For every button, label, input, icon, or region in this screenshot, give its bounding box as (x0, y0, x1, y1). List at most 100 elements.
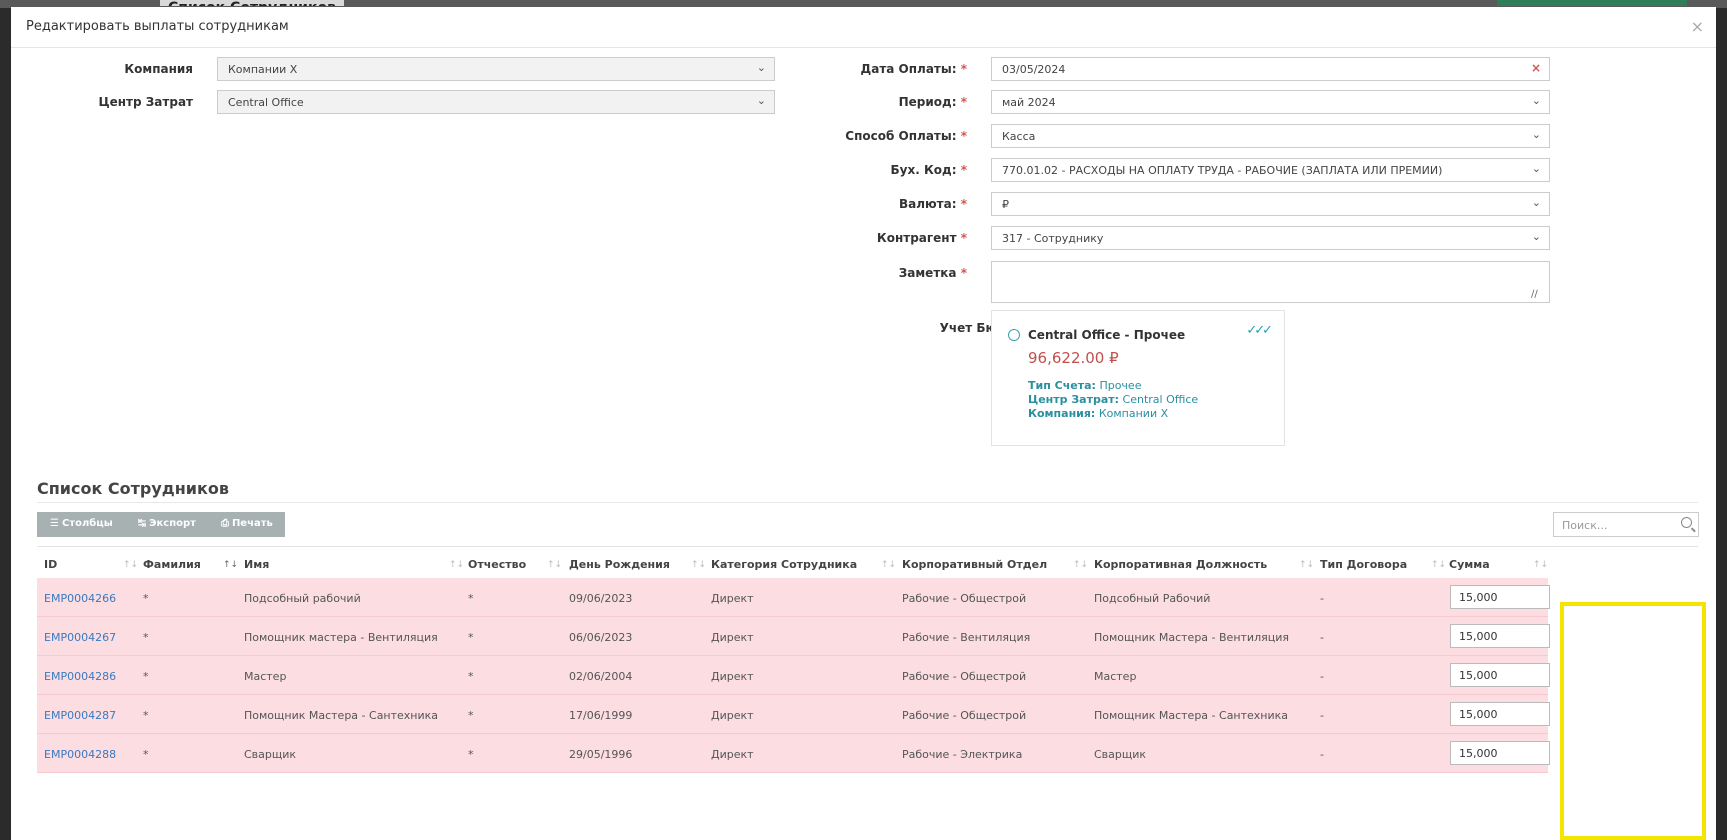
company-select[interactable]: Компании X ⌄ (217, 57, 775, 81)
first-name-cell: Помощник Мастера - Сантехника (244, 709, 439, 722)
department-cell: Рабочие - Общестрой (902, 592, 1027, 605)
budget-radio[interactable] (1008, 329, 1020, 341)
columns-button[interactable]: ☰ Столбцы (37, 512, 125, 537)
birthday-cell: 17/06/1999 (569, 709, 633, 722)
middle-name-cell: * (468, 709, 474, 722)
close-icon[interactable]: × (1691, 17, 1704, 36)
employees-title: Список Сотрудников (37, 479, 229, 498)
birthday-cell: 29/05/1996 (569, 748, 633, 761)
resize-icon[interactable]: ∕∕ (1531, 289, 1714, 302)
birthday-cell: 09/06/2023 (569, 592, 633, 605)
budget-name: Central Office - Прочее (1028, 328, 1186, 342)
employee-id-link[interactable]: EMP0004267 (44, 631, 116, 644)
columns-icon: ☰ (50, 518, 59, 529)
amount-input[interactable]: 15,000 (1450, 624, 1550, 648)
sort-icon[interactable]: ↑↓ (123, 560, 138, 570)
department-cell: Рабочие - Общестрой (902, 709, 1027, 722)
table-row: EMP0004287 * Помощник Мастера - Сантехни… (37, 695, 1550, 734)
payment-date-input[interactable]: 03/05/2024 × (991, 57, 1550, 81)
department-cell: Рабочие - Электрика (902, 748, 1023, 761)
last-name-cell: * (143, 748, 149, 761)
sort-icon[interactable]: ↑↓ (1533, 560, 1548, 570)
account-code-row: Бух. Код: * 770.01.02 - РАСХОДЫ НА ОПЛАТ… (811, 158, 1716, 182)
last-name-cell: * (143, 670, 149, 683)
amount-input[interactable]: 15,000 (1450, 702, 1550, 726)
sort-icon[interactable]: ↑↓ (1299, 560, 1314, 570)
col-contract[interactable]: Тип Договора (1320, 558, 1407, 571)
sort-icon[interactable]: ↑↓ (1431, 560, 1446, 570)
note-label: Заметка * (898, 266, 967, 280)
position-cell: Помощник Мастера - Вентиляция (1094, 631, 1289, 644)
budget-row: Учет Бюджета (811, 316, 1042, 340)
middle-name-cell: * (468, 748, 474, 761)
sort-icon[interactable]: ↑↓ (1073, 560, 1088, 570)
contract-cell: - (1320, 748, 1324, 761)
cost-center-row: Центр Затрат Central Office ⌄ (11, 90, 811, 114)
employee-id-link[interactable]: EMP0004288 (44, 748, 116, 761)
amount-input[interactable]: 15,000 (1450, 663, 1550, 687)
search-input[interactable]: Поиск... (1553, 512, 1699, 537)
payment-date-value: 03/05/2024 (1002, 63, 1066, 76)
period-select[interactable]: май 2024 ⌄ (991, 90, 1550, 114)
middle-name-cell: * (468, 592, 474, 605)
modal-header: Редактировать выплаты сотрудникам × (11, 7, 1716, 48)
payment-method-label: Способ Оплаты: * (845, 129, 967, 143)
middle-name-cell: * (468, 670, 474, 683)
cost-center-label: Центр Затрат (98, 95, 193, 109)
col-amount[interactable]: Сумма (1449, 558, 1490, 571)
search-icon[interactable] (1681, 517, 1692, 528)
section-divider (37, 502, 1698, 503)
middle-name-cell: * (468, 631, 474, 644)
col-department[interactable]: Корпоративный Отдел (902, 558, 1047, 571)
employee-id-link[interactable]: EMP0004287 (44, 709, 116, 722)
currency-select[interactable]: ₽ ⌄ (991, 192, 1550, 216)
export-icon: ↹ (137, 518, 147, 529)
col-first-name[interactable]: Имя (244, 558, 269, 571)
note-textarea[interactable] (991, 261, 1550, 303)
employee-id-link[interactable]: EMP0004266 (44, 592, 116, 605)
payment-date-row: Дата Оплаты: * 03/05/2024 × (811, 57, 1716, 81)
edit-payments-modal: Редактировать выплаты сотрудникам × Комп… (11, 7, 1716, 840)
clear-icon[interactable]: × (1531, 61, 1541, 75)
amount-input[interactable]: 15,000 (1450, 585, 1550, 609)
note-row: Заметка * ∕∕ (811, 261, 1716, 303)
payment-method-row: Способ Оплаты: * Касса ⌄ (811, 124, 1716, 148)
cost-center-select[interactable]: Central Office ⌄ (217, 90, 775, 114)
contract-cell: - (1320, 631, 1324, 644)
sort-icon[interactable]: ↑↓ (223, 560, 238, 570)
category-cell: Директ (711, 631, 754, 644)
sort-icon[interactable]: ↑↓ (691, 560, 706, 570)
budget-card[interactable]: Central Office - Прочее ✓✓✓ 96,622.00 ₽ … (991, 310, 1285, 446)
chevron-down-icon: ⌄ (1531, 230, 1541, 243)
position-cell: Помощник Мастера - Сантехника (1094, 709, 1289, 722)
department-cell: Рабочие - Общестрой (902, 670, 1027, 683)
amount-input[interactable]: 15,000 (1450, 741, 1550, 765)
currency-row: Валюта: * ₽ ⌄ (811, 192, 1716, 216)
payment-date-label: Дата Оплаты: * (860, 62, 967, 76)
print-icon: ⎙ (220, 518, 229, 529)
last-name-cell: * (143, 592, 149, 605)
sort-icon[interactable]: ↑↓ (449, 560, 464, 570)
last-name-cell: * (143, 631, 149, 644)
counterparty-label: Контрагент * (876, 231, 967, 245)
print-button[interactable]: ⎙ Печать (208, 512, 285, 537)
col-id[interactable]: ID (44, 558, 57, 571)
col-birthday[interactable]: День Рождения (569, 558, 670, 571)
col-position[interactable]: Корпоративная Должность (1094, 558, 1267, 571)
modal-title: Редактировать выплаты сотрудникам (26, 19, 289, 34)
export-button[interactable]: ↹ Экспорт (125, 512, 208, 537)
sort-icon[interactable]: ↑↓ (881, 560, 896, 570)
sort-icon[interactable]: ↑↓ (547, 560, 562, 570)
col-category[interactable]: Категория Сотрудника (711, 558, 857, 571)
table-toolbar: ☰ Столбцы ↹ Экспорт ⎙ Печать (37, 512, 285, 537)
payment-method-value: Касса (1002, 130, 1036, 143)
account-code-select[interactable]: 770.01.02 - РАСХОДЫ НА ОПЛАТУ ТРУДА - РА… (991, 158, 1550, 182)
payment-method-select[interactable]: Касса ⌄ (991, 124, 1550, 148)
employee-id-link[interactable]: EMP0004286 (44, 670, 116, 683)
col-middle-name[interactable]: Отчество (468, 558, 526, 571)
category-cell: Директ (711, 670, 754, 683)
period-value: май 2024 (1002, 96, 1056, 109)
counterparty-select[interactable]: 317 - Сотруднику ⌄ (991, 226, 1550, 250)
col-last-name[interactable]: Фамилия (143, 558, 201, 571)
last-name-cell: * (143, 709, 149, 722)
